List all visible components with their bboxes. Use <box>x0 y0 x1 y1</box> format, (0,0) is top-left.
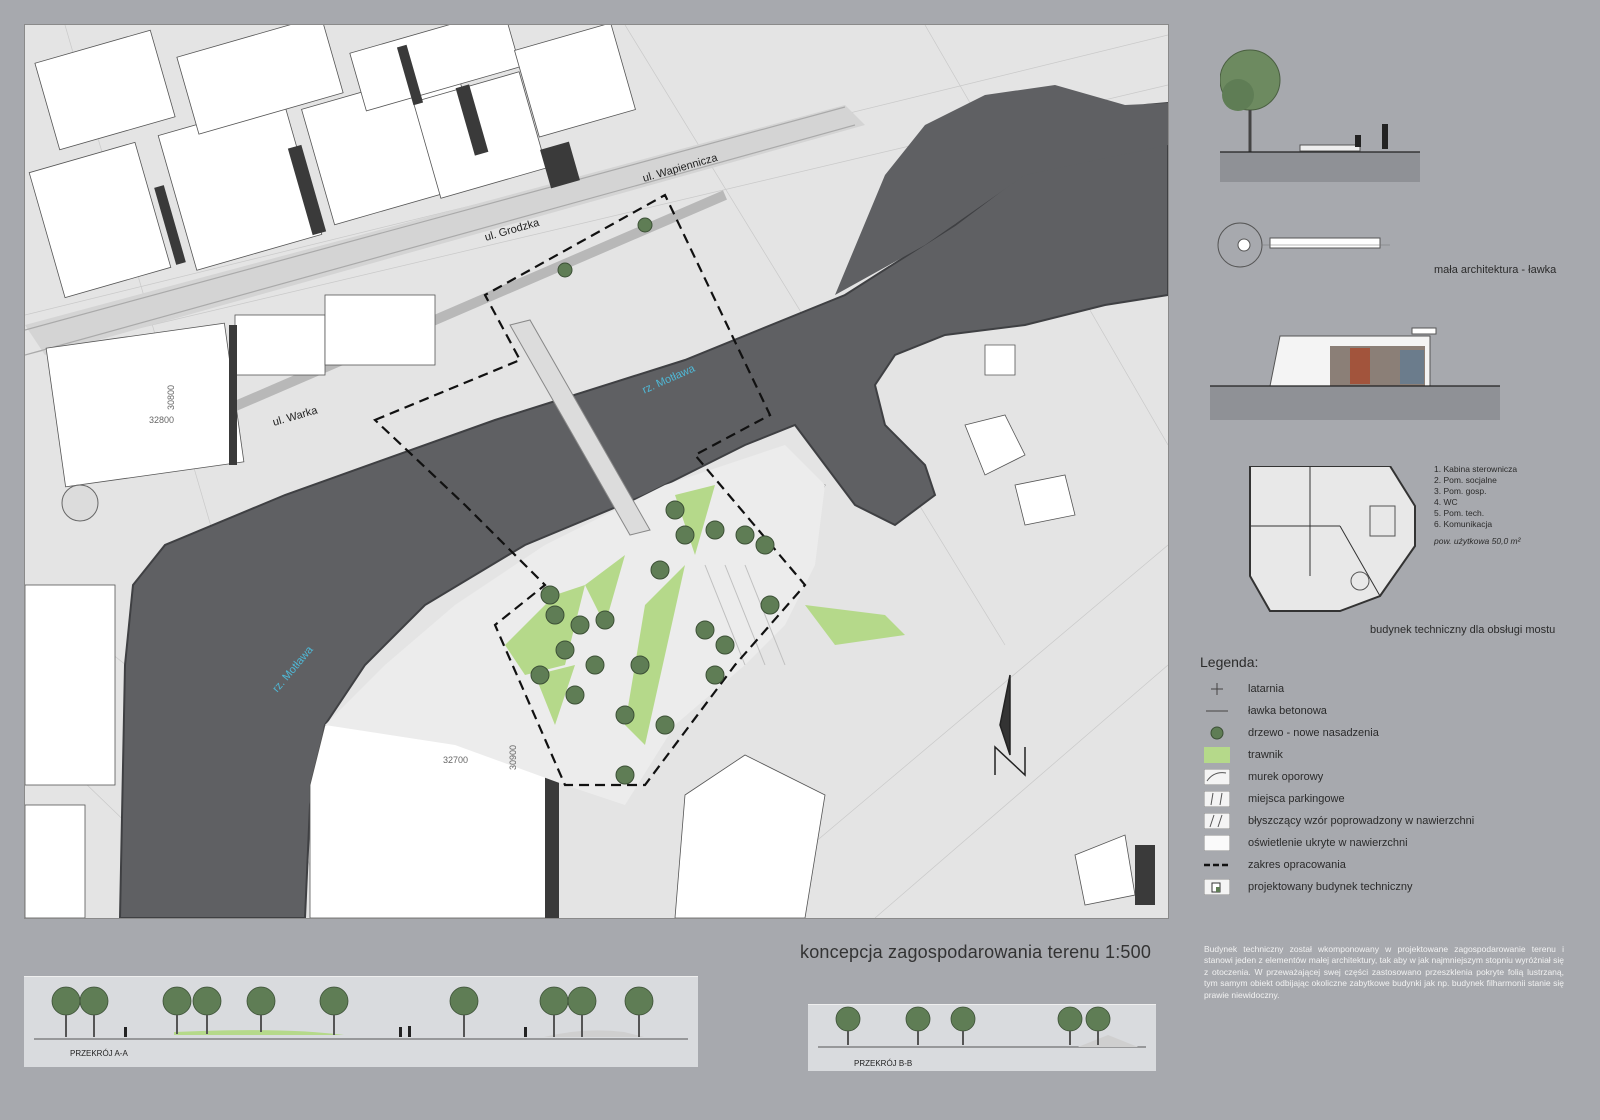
tree <box>760 595 780 615</box>
legend-item: projektowany budynek techniczny <box>1204 876 1412 898</box>
tree-row <box>835 1006 1111 1032</box>
tree <box>675 525 695 545</box>
description-text: Budynek techniczny został wkomponowany w… <box>1204 944 1564 1000</box>
legend-item-label: latarnia <box>1248 683 1285 695</box>
legend-item-label: oświetlenie ukryte w nawierzchni <box>1248 837 1408 849</box>
legend-item: zakres opracowania <box>1204 854 1346 876</box>
tree <box>705 520 725 540</box>
legend-item: błyszczący wzór poprowadzony w nawierzch… <box>1204 810 1474 832</box>
legend-item-label: ławka betonowa <box>1248 705 1327 717</box>
lamp-icon <box>1204 680 1230 698</box>
tree <box>695 620 715 640</box>
right-panel: mała architektura - ławka 1. Kabina ster… <box>1190 30 1580 1090</box>
parcel-number: 30800 <box>166 384 176 410</box>
section-bb-label: PRZEKRÓJ B-B <box>854 1059 913 1068</box>
usable-area: pow. użytkowa 50,0 m² <box>1434 536 1521 546</box>
tree <box>650 560 670 580</box>
tree <box>570 615 590 635</box>
tree <box>615 705 635 725</box>
bench-caption: mała architektura - ławka <box>1434 264 1557 276</box>
room-item: 5. Pom. tech. <box>1434 508 1485 518</box>
building-elevation-drawing <box>1210 327 1500 420</box>
plan-title: koncepcja zagospodarowania terenu 1:500 <box>800 942 1152 962</box>
hidden-light-swatch <box>1204 834 1230 852</box>
bench-icon <box>1204 702 1230 720</box>
tree <box>530 665 550 685</box>
tree <box>565 685 585 705</box>
tree <box>715 635 735 655</box>
tree <box>615 765 635 785</box>
legend-item: drzewo - nowe nasadzenia <box>1204 722 1379 744</box>
legend-item-label: miejsca parkingowe <box>1248 793 1345 805</box>
tree <box>557 262 573 278</box>
lawn-swatch <box>1204 746 1230 764</box>
tree <box>705 665 725 685</box>
bench-section-drawing <box>1220 49 1420 182</box>
bench-plan-drawing <box>1217 222 1390 268</box>
parking-swatch <box>1204 790 1230 808</box>
tree-icon <box>1204 724 1230 742</box>
tree <box>655 715 675 735</box>
retaining-wall-swatch <box>1204 768 1230 786</box>
tree <box>637 217 653 233</box>
section-aa: PRZEKRÓJ A-A <box>24 976 698 1067</box>
site-plan-drawing <box>25 25 1168 918</box>
room-item: 4. WC <box>1434 497 1458 507</box>
legend-item-label: zakres opracowania <box>1248 859 1346 871</box>
legend-item-label: projektowany budynek techniczny <box>1248 881 1413 893</box>
tree <box>665 500 685 520</box>
parcel-number: 32700 <box>443 755 469 765</box>
tree-row <box>51 986 654 1016</box>
legend-item: murek oporowy <box>1204 766 1323 788</box>
section-bb: PRZEKRÓJ B-B <box>808 1004 1156 1071</box>
legend-item-label: błyszczący wzór poprowadzony w nawierzch… <box>1248 815 1475 827</box>
building-caption: budynek techniczny dla obsługi mostu <box>1370 624 1556 636</box>
room-item: 6. Komunikacja <box>1434 519 1493 529</box>
tree <box>540 585 560 605</box>
legend-item: trawnik <box>1204 744 1283 766</box>
dashed-line-icon <box>1204 856 1230 874</box>
legend-item-label: trawnik <box>1248 749 1283 761</box>
parcel-number: 32800 <box>149 415 175 425</box>
room-list: 1. Kabina sterownicza 2. Pom. socjalne 3… <box>1434 464 1517 530</box>
tree <box>595 610 615 630</box>
legend-item-label: drzewo - nowe nasadzenia <box>1248 727 1379 739</box>
shiny-pattern-swatch <box>1204 812 1230 830</box>
section-aa-label: PRZEKRÓJ A-A <box>70 1049 128 1058</box>
tree <box>545 605 565 625</box>
legend: latarnia ławka betonowa drzewo - nowe na… <box>1204 678 1564 918</box>
legend-item: oświetlenie ukryte w nawierzchni <box>1204 832 1408 854</box>
legend-item: miejsca parkingowe <box>1204 788 1345 810</box>
building-icon <box>1204 878 1230 896</box>
room-item: 1. Kabina sterownicza <box>1434 464 1518 474</box>
tree <box>630 655 650 675</box>
legend-item: latarnia <box>1204 678 1284 700</box>
tree <box>585 655 605 675</box>
parcel-number: 30900 <box>508 744 518 770</box>
tree <box>755 535 775 555</box>
legend-title: Legenda: <box>1200 654 1259 670</box>
room-item: 3. Pom. gosp. <box>1434 486 1487 496</box>
site-plan: ul. Wapiennicza ul. Grodzka ul. Warka rz… <box>24 24 1169 919</box>
building-plan-drawing <box>1249 466 1416 612</box>
tree <box>735 525 755 545</box>
legend-item-label: murek oporowy <box>1248 771 1324 783</box>
tree <box>555 640 575 660</box>
legend-item: ławka betonowa <box>1204 700 1327 722</box>
room-item: 2. Pom. socjalne <box>1434 475 1497 485</box>
